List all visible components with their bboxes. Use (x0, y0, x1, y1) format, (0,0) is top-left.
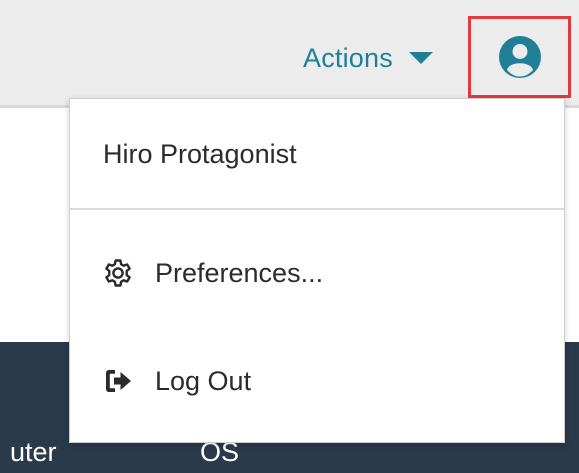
column-header-computer[interactable]: uter (10, 436, 57, 468)
preferences-label: Preferences... (155, 257, 324, 288)
gear-icon (103, 258, 133, 288)
menu-item-preferences[interactable]: Preferences... (103, 253, 323, 293)
caret-down-icon (408, 52, 433, 64)
user-circle-icon (498, 36, 541, 78)
menu-item-log-out[interactable]: Log Out (103, 361, 251, 401)
log-out-label: Log Out (155, 365, 252, 396)
sign-out-icon (103, 366, 133, 396)
actions-menu-button[interactable]: Actions (303, 40, 433, 76)
user-menu-button[interactable] (468, 16, 571, 98)
dropdown-divider (70, 208, 564, 210)
dropdown-username: Hiro Protagonist (103, 139, 297, 169)
top-header-bar: Actions (0, 0, 579, 108)
actions-label: Actions (303, 42, 393, 73)
user-dropdown-menu: Hiro Protagonist Preferences... Log Out (69, 98, 565, 443)
